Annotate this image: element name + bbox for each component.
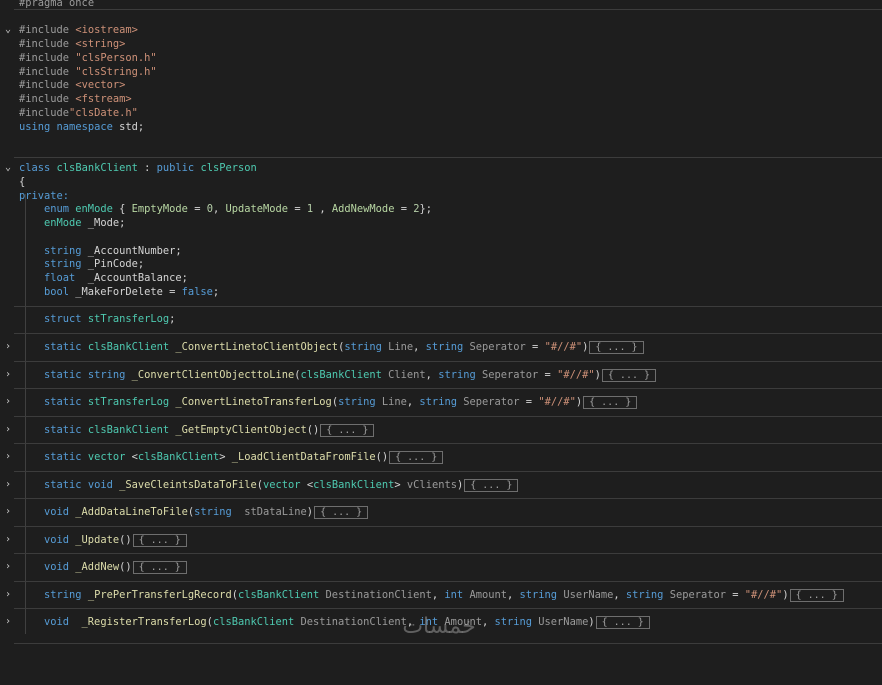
code-line-function[interactable]: › static stTransferLog _ConvertLinetoTra… (0, 388, 882, 409)
folded-region-marker[interactable]: { ... } (595, 616, 650, 629)
separator-line (14, 608, 882, 609)
fold-closed-icon[interactable]: › (3, 533, 13, 547)
separator-line (14, 306, 882, 307)
folded-region-marker[interactable]: { ... } (132, 561, 187, 574)
code-line-function[interactable]: › static clsBankClient _ConvertLinetoCli… (0, 333, 882, 354)
separator-line (14, 333, 882, 334)
code-line[interactable]: private: (0, 189, 882, 203)
code-line-function[interactable]: › static clsBankClient _GetEmptyClientOb… (0, 416, 882, 437)
fold-closed-icon[interactable]: › (3, 505, 13, 519)
folded-region-marker[interactable]: { ... } (601, 369, 657, 382)
separator-line (14, 526, 882, 527)
folded-region-marker[interactable]: { ... } (583, 396, 638, 409)
code-editor[interactable]: #pragma once ⌄ #include <iostream> #incl… (0, 0, 882, 652)
code-line[interactable]: string _PinCode; (0, 257, 882, 271)
fold-closed-icon[interactable]: › (3, 395, 13, 409)
code-line-function[interactable]: › void _AddDataLineToFile(string stDataL… (0, 498, 882, 519)
code-line[interactable]: #include "clsPerson.h" (0, 51, 882, 65)
fold-closed-icon[interactable]: › (3, 615, 13, 629)
code-line-function[interactable]: › static string _ConvertClientObjecttoLi… (0, 361, 882, 382)
folded-region-marker[interactable]: { ... } (132, 534, 187, 547)
separator-line (14, 361, 882, 362)
code-line-function[interactable]: › static vector <clsBankClient> _LoadCli… (0, 443, 882, 464)
folded-region-marker[interactable]: { ... } (789, 589, 844, 602)
folded-region-marker[interactable]: { ... } (389, 451, 444, 464)
code-line-function[interactable]: › void _Update(){ ... } (0, 526, 882, 547)
separator-line (14, 9, 882, 10)
code-line[interactable]: enMode _Mode; (0, 216, 882, 230)
separator-line (14, 643, 882, 644)
code-line[interactable]: struct stTransferLog; (0, 306, 882, 326)
fold-open-icon[interactable]: ⌄ (3, 161, 13, 175)
code-line-function[interactable]: › void _AddNew(){ ... } (0, 553, 882, 574)
code-line[interactable]: string _AccountNumber; (0, 244, 882, 258)
separator-line (14, 553, 882, 554)
separator-line (14, 498, 882, 499)
code-line[interactable]: #include "clsString.h" (0, 65, 882, 79)
code-line[interactable]: { (0, 175, 882, 189)
fold-closed-icon[interactable]: › (3, 478, 13, 492)
separator-line (14, 157, 882, 158)
code-line-function[interactable]: › static void _SaveCleintsDataToFile(vec… (0, 471, 882, 492)
code-line[interactable]: float _AccountBalance; (0, 271, 882, 285)
code-line[interactable]: #include"clsDate.h" (0, 106, 882, 120)
separator-line (14, 443, 882, 444)
code-line-pragma[interactable]: #pragma once (0, 0, 882, 10)
folded-region-marker[interactable]: { ... } (314, 506, 369, 519)
fold-closed-icon[interactable]: › (3, 588, 13, 602)
fold-closed-icon[interactable]: › (3, 560, 13, 574)
code-line[interactable]: using namespace std; (0, 120, 882, 134)
code-line[interactable]: ⌄ #include <iostream> (0, 23, 882, 37)
code-line-class[interactable]: ⌄ class clsBankClient : public clsPerson (0, 157, 882, 175)
code-line-function[interactable]: › string _PrePerTransferLgRecord(clsBank… (0, 581, 882, 602)
code-line[interactable]: enum enMode { EmptyMode = 0, UpdateMode … (0, 202, 882, 216)
separator-line (14, 388, 882, 389)
separator-line (14, 416, 882, 417)
code-line[interactable]: bool _MakeForDelete = false; (0, 285, 882, 299)
code-line[interactable]: #include <vector> (0, 78, 882, 92)
watermark-logo: خمسات (402, 614, 476, 639)
folded-region-marker[interactable]: { ... } (320, 424, 375, 437)
fold-closed-icon[interactable]: › (3, 423, 13, 437)
fold-open-icon[interactable]: ⌄ (3, 23, 13, 37)
fold-closed-icon[interactable]: › (3, 368, 13, 382)
separator-line (14, 581, 882, 582)
fold-closed-icon[interactable]: › (3, 450, 13, 464)
folded-region-marker[interactable]: { ... } (464, 479, 519, 492)
fold-closed-icon[interactable]: › (3, 340, 13, 354)
code-line[interactable]: #include <fstream> (0, 92, 882, 106)
code-line[interactable]: #include <string> (0, 37, 882, 51)
folded-region-marker[interactable]: { ... } (589, 341, 644, 354)
separator-line (14, 471, 882, 472)
